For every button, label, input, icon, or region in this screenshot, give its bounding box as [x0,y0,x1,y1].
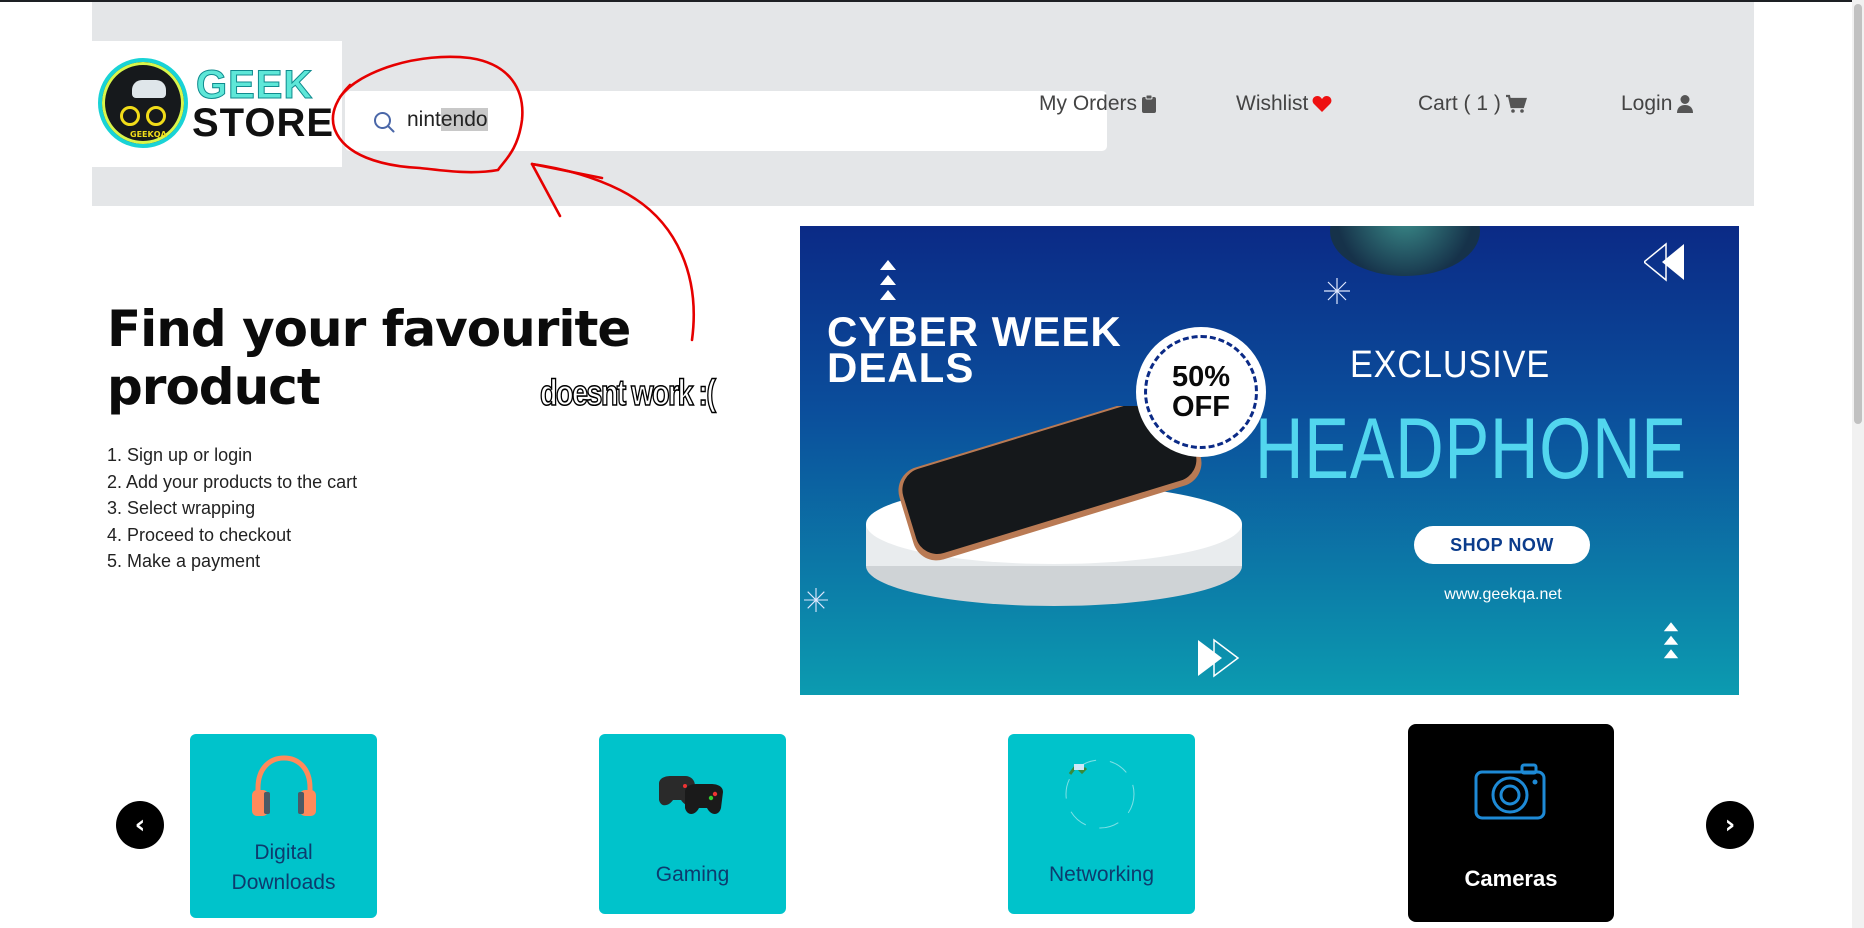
logo-text-geek: GEEK [195,63,314,107]
category-label: Networking [1048,863,1155,886]
cart-icon [1505,94,1527,113]
carousel-prev-button[interactable]: ‹ [116,801,164,849]
promo-banner[interactable]: CYBER WEEK DEALS 50% OFF EXCLUSIVE HEADP… [800,226,1739,695]
gamepad-icon [659,776,723,814]
broken-image-icon [1065,759,1135,829]
sparkle-icon [804,588,828,612]
category-label: Digital Downloads [231,841,336,894]
category-label: Cameras [1464,866,1558,891]
logo-mascot-icon: GEEKQA [98,58,188,148]
banner-deal-title: CYBER WEEK DEALS [827,308,1122,391]
category-label: Gaming [655,863,730,886]
site-logo[interactable]: GEEKQA GEEK STORE [92,41,342,167]
shop-now-button[interactable]: SHOP NOW [1414,526,1590,564]
step-item: 1. Sign up or login [107,445,253,465]
banner-url: www.geekqa.net [1444,586,1562,603]
step-item: 5. Make a payment [107,551,261,571]
double-chevron-left-icon [1644,242,1684,282]
nav-wishlist[interactable]: Wishlist [1236,92,1332,116]
step-item: 3. Select wrapping [107,498,256,518]
user-icon [1677,95,1694,113]
nav-cart[interactable]: Cart ( 1 ) [1418,92,1527,116]
nav-my-orders[interactable]: My Orders [1039,92,1157,116]
annotation-text: doesnt work :( [539,371,716,414]
category-gaming[interactable]: Gaming [599,734,786,914]
triangles-up-icon [880,260,896,300]
nav-login-label: Login [1621,92,1673,115]
nav-wishlist-label: Wishlist [1236,92,1309,115]
sparkle-icon [1324,278,1350,304]
search-value: nintendo [407,108,488,131]
headphones-icon [252,755,316,816]
page-scrollbar[interactable] [1852,0,1864,928]
banner-exclusive: EXCLUSIVE [1349,344,1551,386]
search-selection: endo [440,108,488,131]
step-item: 4. Proceed to checkout [107,524,292,545]
banner-decor-planet [1330,226,1480,276]
category-digital-downloads[interactable]: Digital Downloads [190,734,377,918]
nav-login[interactable]: Login [1621,92,1694,116]
steps-list: 1. Sign up or login 2. Add your products… [107,442,357,575]
category-cameras[interactable]: Cameras [1408,724,1614,922]
logo-text-store: STORE [192,101,335,145]
nav-cart-label: Cart ( 1 ) [1418,92,1501,115]
nav-my-orders-label: My Orders [1039,92,1138,115]
search-icon [374,112,395,133]
triangles-up-icon [1663,622,1679,659]
heart-icon [1312,96,1332,112]
step-item: 2. Add your products to the cart [107,471,358,492]
scrollbar-thumb[interactable] [1854,4,1862,424]
category-networking[interactable]: Networking [1008,734,1195,914]
clipboard-icon [1142,94,1157,113]
double-chevron-right-icon [1198,638,1240,678]
search-input[interactable]: nintendo [345,91,1107,151]
site-header: GEEKQA GEEK STORE nintendo My Orders Wis… [92,2,1754,206]
camera-icon [1474,763,1546,820]
carousel-next-button[interactable]: › [1706,801,1754,849]
banner-headline: HEADPHONE [1255,401,1687,497]
